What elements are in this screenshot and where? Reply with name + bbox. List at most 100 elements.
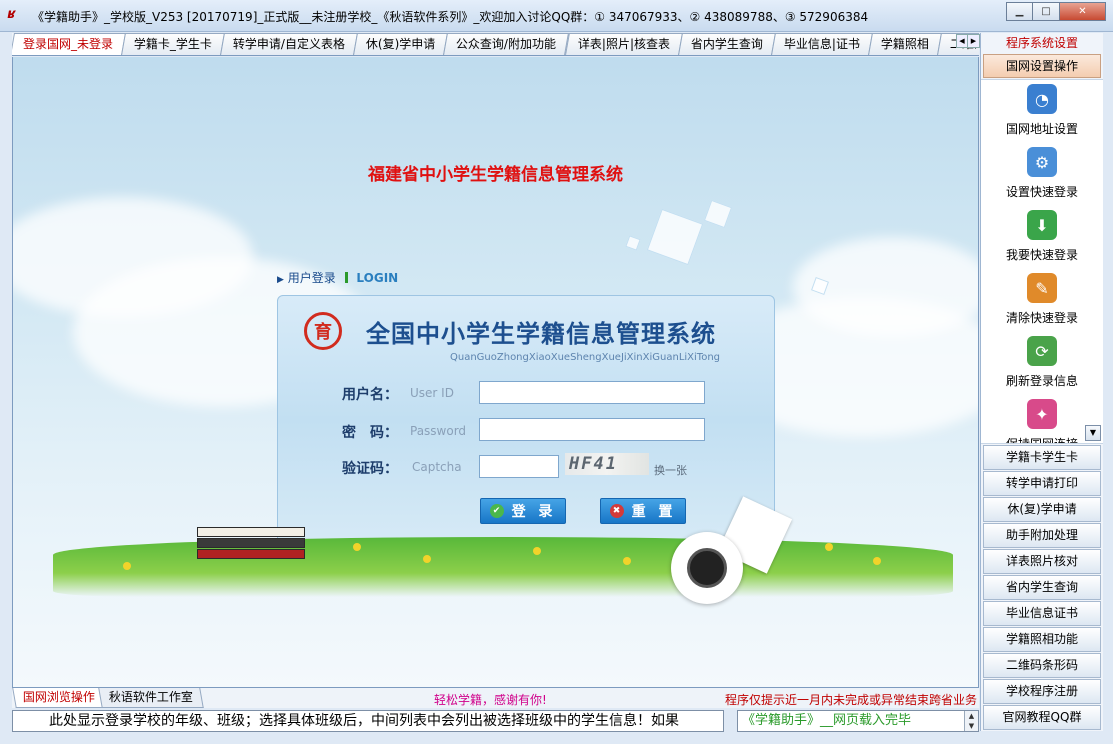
- login-section-label: ▶ 用户登录 LOGIN: [277, 269, 398, 286]
- education-logo: 育: [304, 312, 342, 350]
- captcha-label: 验证码：: [342, 461, 398, 477]
- login-form: 育 全国中小学生学籍信息管理系统 QuanGuoZhongXiaoXueShen…: [277, 295, 775, 545]
- nav-button-province-query[interactable]: 省内学生查询: [983, 575, 1101, 600]
- tab-student-card[interactable]: 学籍卡_学生卡: [121, 33, 225, 55]
- minimize-button[interactable]: ▁: [1006, 2, 1033, 21]
- tab-login[interactable]: 登录国网_未登录: [12, 33, 127, 55]
- web-globe-icon: ◔: [1027, 84, 1057, 114]
- tab-suspension[interactable]: 休(复)学申请: [353, 33, 449, 55]
- tab-details-photos[interactable]: 详表|照片|核查表: [564, 33, 683, 55]
- flower-decoration: [623, 557, 631, 565]
- nav-button-student-card[interactable]: 学籍卡学生卡: [983, 445, 1101, 470]
- arrow-icon: ▶: [277, 275, 284, 285]
- flower-decoration: [873, 557, 881, 565]
- right-panel: 程序系统设置 国网设置操作 ◔ 国网地址设置 ⚙ 设置快速登录 ⬇ 我要快速登录…: [980, 33, 1103, 731]
- tab-prev-button[interactable]: ◀: [956, 34, 968, 48]
- captcha-refresh-link[interactable]: 换一张: [654, 462, 687, 478]
- reset-button-label: 重 置: [631, 504, 677, 520]
- window-controls: ▁ □ ✕: [1006, 2, 1106, 21]
- spin-down-icon[interactable]: ▼: [965, 721, 978, 731]
- network-settings-tab[interactable]: 国网设置操作: [983, 54, 1101, 78]
- nav-button-transfer-print[interactable]: 转学申请打印: [983, 471, 1101, 496]
- maximize-button[interactable]: □: [1033, 2, 1060, 21]
- eraser-icon: ✎: [1027, 273, 1057, 303]
- tab-province-query[interactable]: 省内学生查询: [677, 33, 776, 55]
- main-tab-bar: 登录国网_未登录 学籍卡_学生卡 转学申请/自定义表格 休(复)学申请 公众查询…: [12, 33, 979, 56]
- nav-button-register[interactable]: 学校程序注册: [983, 679, 1101, 704]
- spin-up-icon[interactable]: ▲: [965, 711, 978, 721]
- nav-button-graduation[interactable]: 毕业信息证书: [983, 601, 1101, 626]
- nav-button-suspension[interactable]: 休(复)学申请: [983, 497, 1101, 522]
- login-button[interactable]: ✔ 登 录: [480, 498, 566, 524]
- flower-decoration: [423, 555, 431, 563]
- app-logo-icon: ʁ: [8, 7, 17, 22]
- tab-studio[interactable]: 秋语软件工作室: [98, 688, 204, 708]
- connect-icon: ✦: [1027, 399, 1057, 429]
- status-bar: 此处显示登录学校的年级、班级；选择具体班级后，中间列表中会列出被选择班级中的学生…: [12, 710, 979, 732]
- cross-province-notice: 程序仅提示近一月内未完成或异常结束跨省业务: [724, 693, 977, 707]
- nav-button-photo-check[interactable]: 详表照片核对: [983, 549, 1101, 574]
- download-globe-icon: ⬇: [1027, 210, 1057, 240]
- password-hint: Password: [410, 424, 467, 438]
- page-load-status-text: 《学籍助手》__网页载入完毕: [742, 713, 912, 728]
- password-input[interactable]: [479, 418, 705, 441]
- system-name: 全国中小学生学籍信息管理系统: [366, 320, 716, 348]
- system-pinyin: QuanGuoZhongXiaoXueShengXueJiXinXiGuanLi…: [450, 352, 721, 363]
- gears-globe-icon: ⚙: [1027, 147, 1057, 177]
- login-button-label: 登 录: [511, 504, 557, 520]
- slogan-text: 轻松学籍，感谢有你!: [434, 693, 547, 707]
- window-title: 《学籍助手》_学校版_V253 [20170719]_正式版__未注册学校_《秋…: [32, 10, 869, 24]
- tab-transfer[interactable]: 转学申请/自定义表格: [220, 33, 359, 55]
- page-title: 福建省中小学生学籍信息管理系统: [368, 165, 623, 185]
- flower-decoration: [123, 562, 131, 570]
- captcha-hint: Captcha: [412, 460, 462, 474]
- username-hint: User ID: [410, 386, 454, 400]
- books-decoration: [197, 527, 305, 567]
- login-section-text-en: LOGIN: [356, 271, 399, 285]
- captcha-input[interactable]: [479, 455, 559, 478]
- right-panel-header: 程序系统设置: [1005, 36, 1078, 50]
- tab-browse[interactable]: 国网浏览操作: [12, 688, 106, 708]
- check-icon: ✔: [489, 504, 504, 518]
- settings-item-refresh[interactable]: ⟳ 刷新登录信息: [981, 332, 1103, 395]
- nav-button-addon[interactable]: 助手附加处理: [983, 523, 1101, 548]
- page-load-status: 《学籍助手》__网页载入完毕 ▲ ▼: [737, 710, 979, 732]
- tab-photo[interactable]: 学籍照相: [867, 33, 942, 55]
- tab-nav: ◀ ▶: [956, 34, 980, 48]
- status-message: 此处显示登录学校的年级、班级；选择具体班级后，中间列表中会列出被选择班级中的学生…: [12, 710, 724, 732]
- status-spinner[interactable]: ▲ ▼: [964, 711, 978, 731]
- cancel-icon: ✖: [609, 504, 624, 518]
- username-label: 用户名：: [342, 387, 398, 403]
- settings-item-clear-login[interactable]: ✎ 清除快速登录: [981, 269, 1103, 332]
- nav-button-qrcode[interactable]: 二维码条形码: [983, 653, 1101, 678]
- refresh-globe-icon: ⟳: [1027, 336, 1057, 366]
- bottom-tab-bar: 国网浏览操作 秋语软件工作室 轻松学籍，感谢有你! 程序仅提示近一月内未完成或异…: [12, 687, 979, 708]
- settings-item-url[interactable]: ◔ 国网地址设置: [981, 80, 1103, 143]
- nav-button-qq-group[interactable]: 官网教程QQ群: [983, 705, 1101, 730]
- decor-cube: [703, 199, 733, 229]
- flower-decoration: [825, 543, 833, 551]
- password-label: 密 码：: [342, 425, 398, 441]
- nav-button-photo-function[interactable]: 学籍照相功能: [983, 627, 1101, 652]
- username-input[interactable]: [479, 381, 705, 404]
- title-bar: ʁ 《学籍助手》_学校版_V253 [20170719]_正式版__未注册学校_…: [0, 0, 1113, 32]
- divider: [344, 272, 348, 283]
- flower-decoration: [353, 543, 361, 551]
- settings-list: ◔ 国网地址设置 ⚙ 设置快速登录 ⬇ 我要快速登录 ✎ 清除快速登录 ⟳ 刷新…: [981, 79, 1103, 444]
- tab-graduation[interactable]: 毕业信息|证书: [770, 33, 873, 55]
- scroll-down-button[interactable]: ▼: [1085, 425, 1101, 441]
- decor-cube: [646, 208, 704, 266]
- login-section-text: 用户登录: [287, 271, 336, 285]
- captcha-image[interactable]: HF41: [565, 453, 649, 475]
- tab-public-query[interactable]: 公众查询/附加功能: [443, 33, 570, 55]
- close-button[interactable]: ✕: [1060, 2, 1106, 21]
- tab-next-button[interactable]: ▶: [968, 34, 980, 48]
- browser-content: 福建省中小学生学籍信息管理系统 ▶ 用户登录 LOGIN 育 全国中小学生学籍信…: [12, 57, 979, 687]
- flower-decoration: [533, 547, 541, 555]
- decor-cube: [625, 235, 641, 251]
- reset-button[interactable]: ✖ 重 置: [600, 498, 686, 524]
- grass-decoration: [53, 537, 953, 597]
- coffee-cup-decoration: [671, 532, 743, 604]
- settings-item-quick-login[interactable]: ⬇ 我要快速登录: [981, 206, 1103, 269]
- settings-item-quick-setup[interactable]: ⚙ 设置快速登录: [981, 143, 1103, 206]
